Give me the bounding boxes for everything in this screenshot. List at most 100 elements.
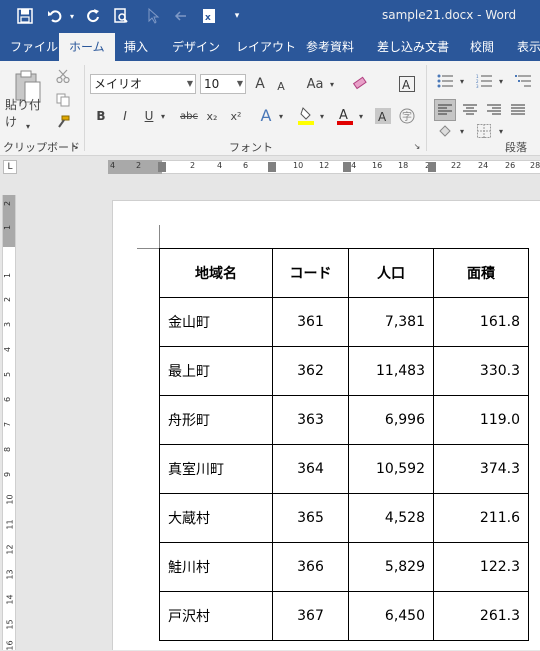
font-color-icon[interactable]: A <box>334 104 356 128</box>
cell-code[interactable]: 367 <box>272 591 349 641</box>
cell-code[interactable]: 361 <box>272 297 349 347</box>
chevron-down-icon[interactable]: ▾ <box>317 108 327 124</box>
tab-design[interactable]: デザイン <box>172 33 220 61</box>
chevron-down-icon[interactable]: ▾ <box>276 108 286 124</box>
cell-population[interactable]: 10,592 <box>348 444 434 494</box>
cell-region[interactable]: 大蔵村 <box>159 493 273 543</box>
back-arrow-icon[interactable] <box>170 5 192 27</box>
print-preview-icon[interactable] <box>110 5 132 27</box>
excel-icon[interactable]: x <box>198 5 220 27</box>
cell-area[interactable]: 330.3 <box>433 346 529 396</box>
cell-area[interactable]: 119.0 <box>433 395 529 445</box>
enclosed-char-icon[interactable]: 字 <box>398 106 416 126</box>
cell-code[interactable]: 362 <box>272 346 349 396</box>
header-population[interactable]: 人口 <box>348 248 434 298</box>
table-row: 戸沢村 367 6,450 261.3 <box>159 591 529 641</box>
tab-layout[interactable]: レイアウト <box>236 33 296 61</box>
data-table[interactable]: 地域名 コード 人口 面積 金山町 361 7,381 161.8 最上町 36… <box>159 248 529 641</box>
underline-button[interactable]: U <box>141 106 157 126</box>
paste-dropdown-icon[interactable]: ▾ <box>22 121 34 131</box>
text-effects-button[interactable]: A <box>256 104 276 126</box>
horizontal-ruler[interactable]: 4 2 2 4 6 8 10 12 14 16 18 20 22 24 26 2… <box>0 157 540 177</box>
header-area[interactable]: 面積 <box>433 248 529 298</box>
cell-region[interactable]: 最上町 <box>159 346 273 396</box>
highlight-icon[interactable] <box>295 104 317 128</box>
char-shading-icon[interactable]: A <box>374 106 392 126</box>
svg-text:A: A <box>378 110 387 124</box>
justify-icon[interactable] <box>507 99 529 121</box>
align-center-icon[interactable] <box>459 99 481 121</box>
vertical-ruler[interactable]: 2 1 1 2 3 4 5 6 7 8 9 10 11 12 13 14 15 … <box>2 195 16 651</box>
paragraph-shading-icon[interactable] <box>434 121 456 141</box>
superscript-button[interactable]: x² <box>228 106 244 126</box>
shrink-font-button[interactable]: A <box>273 76 289 96</box>
cell-area[interactable]: 374.3 <box>433 444 529 494</box>
cell-code[interactable]: 364 <box>272 444 349 494</box>
clipboard-launcher-icon[interactable]: ↘ <box>70 141 80 151</box>
cell-region[interactable]: 戸沢村 <box>159 591 273 641</box>
cell-region[interactable]: 金山町 <box>159 297 273 347</box>
header-code[interactable]: コード <box>272 248 349 298</box>
undo-dropdown-icon[interactable]: ▾ <box>67 5 77 27</box>
paste-button[interactable]: 貼り付け <box>5 98 51 129</box>
redo-icon[interactable] <box>82 5 104 27</box>
chevron-down-icon[interactable]: ▾ <box>327 76 337 92</box>
document-page[interactable]: 地域名 コード 人口 面積 金山町 361 7,381 161.8 最上町 36… <box>112 200 540 650</box>
cell-population[interactable]: 5,829 <box>348 542 434 592</box>
numbering-icon[interactable]: 123 <box>473 71 495 91</box>
pointer-icon[interactable] <box>142 5 164 27</box>
header-region[interactable]: 地域名 <box>159 248 273 298</box>
italic-button[interactable]: I <box>117 106 133 126</box>
font-launcher-icon[interactable]: ↘ <box>412 141 422 151</box>
tab-review[interactable]: 校閲 <box>470 33 494 61</box>
clear-formatting-icon[interactable] <box>350 74 370 94</box>
cell-population[interactable]: 11,483 <box>348 346 434 396</box>
cell-population[interactable]: 6,450 <box>348 591 434 641</box>
subscript-button[interactable]: x₂ <box>204 106 220 126</box>
tab-view[interactable]: 表示 <box>517 33 540 61</box>
bold-button[interactable]: B <box>93 106 109 126</box>
font-size-combo[interactable]: 10 ▼ <box>200 74 246 94</box>
cell-population[interactable]: 7,381 <box>348 297 434 347</box>
copy-icon[interactable] <box>54 91 72 109</box>
cell-code[interactable]: 363 <box>272 395 349 445</box>
chevron-down-icon[interactable]: ▾ <box>158 108 168 124</box>
cell-population[interactable]: 4,528 <box>348 493 434 543</box>
font-name-combo[interactable]: メイリオ ▼ <box>90 74 196 94</box>
cut-icon[interactable] <box>54 67 72 85</box>
grow-font-button[interactable]: A <box>251 74 269 94</box>
cell-region[interactable]: 舟形町 <box>159 395 273 445</box>
strikethrough-button[interactable]: abc <box>178 106 200 126</box>
change-case-button[interactable]: Aa <box>304 74 326 94</box>
cell-region[interactable]: 真室川町 <box>159 444 273 494</box>
chevron-down-icon[interactable]: ▾ <box>356 108 366 124</box>
tab-selector-button[interactable]: L <box>3 160 17 174</box>
tab-mailings[interactable]: 差し込み文書 <box>377 33 449 61</box>
cell-population[interactable]: 6,996 <box>348 395 434 445</box>
char-border-icon[interactable]: A <box>398 74 416 94</box>
cell-area[interactable]: 161.8 <box>433 297 529 347</box>
tab-home[interactable]: ホーム <box>59 33 115 61</box>
chevron-down-icon[interactable]: ▾ <box>496 123 506 139</box>
multilevel-list-icon[interactable] <box>512 71 534 91</box>
chevron-down-icon[interactable]: ▾ <box>457 123 467 139</box>
save-icon[interactable] <box>14 5 36 27</box>
borders-icon[interactable] <box>473 121 495 141</box>
cell-region[interactable]: 鮭川村 <box>159 542 273 592</box>
customize-qat-icon[interactable]: ▾ <box>230 5 244 27</box>
tab-file[interactable]: ファイル <box>10 33 58 61</box>
format-painter-icon[interactable] <box>54 113 72 131</box>
cell-area[interactable]: 261.3 <box>433 591 529 641</box>
undo-icon[interactable] <box>44 5 66 27</box>
align-right-icon[interactable] <box>483 99 505 121</box>
cell-area[interactable]: 211.6 <box>433 493 529 543</box>
cell-code[interactable]: 366 <box>272 542 349 592</box>
align-left-icon[interactable] <box>434 99 456 121</box>
bullets-icon[interactable] <box>434 71 456 91</box>
tab-insert[interactable]: 挿入 <box>124 33 148 61</box>
cell-area[interactable]: 122.3 <box>433 542 529 592</box>
chevron-down-icon[interactable]: ▾ <box>496 73 506 89</box>
cell-code[interactable]: 365 <box>272 493 349 543</box>
chevron-down-icon[interactable]: ▾ <box>457 73 467 89</box>
tab-references[interactable]: 参考資料 <box>306 33 354 61</box>
